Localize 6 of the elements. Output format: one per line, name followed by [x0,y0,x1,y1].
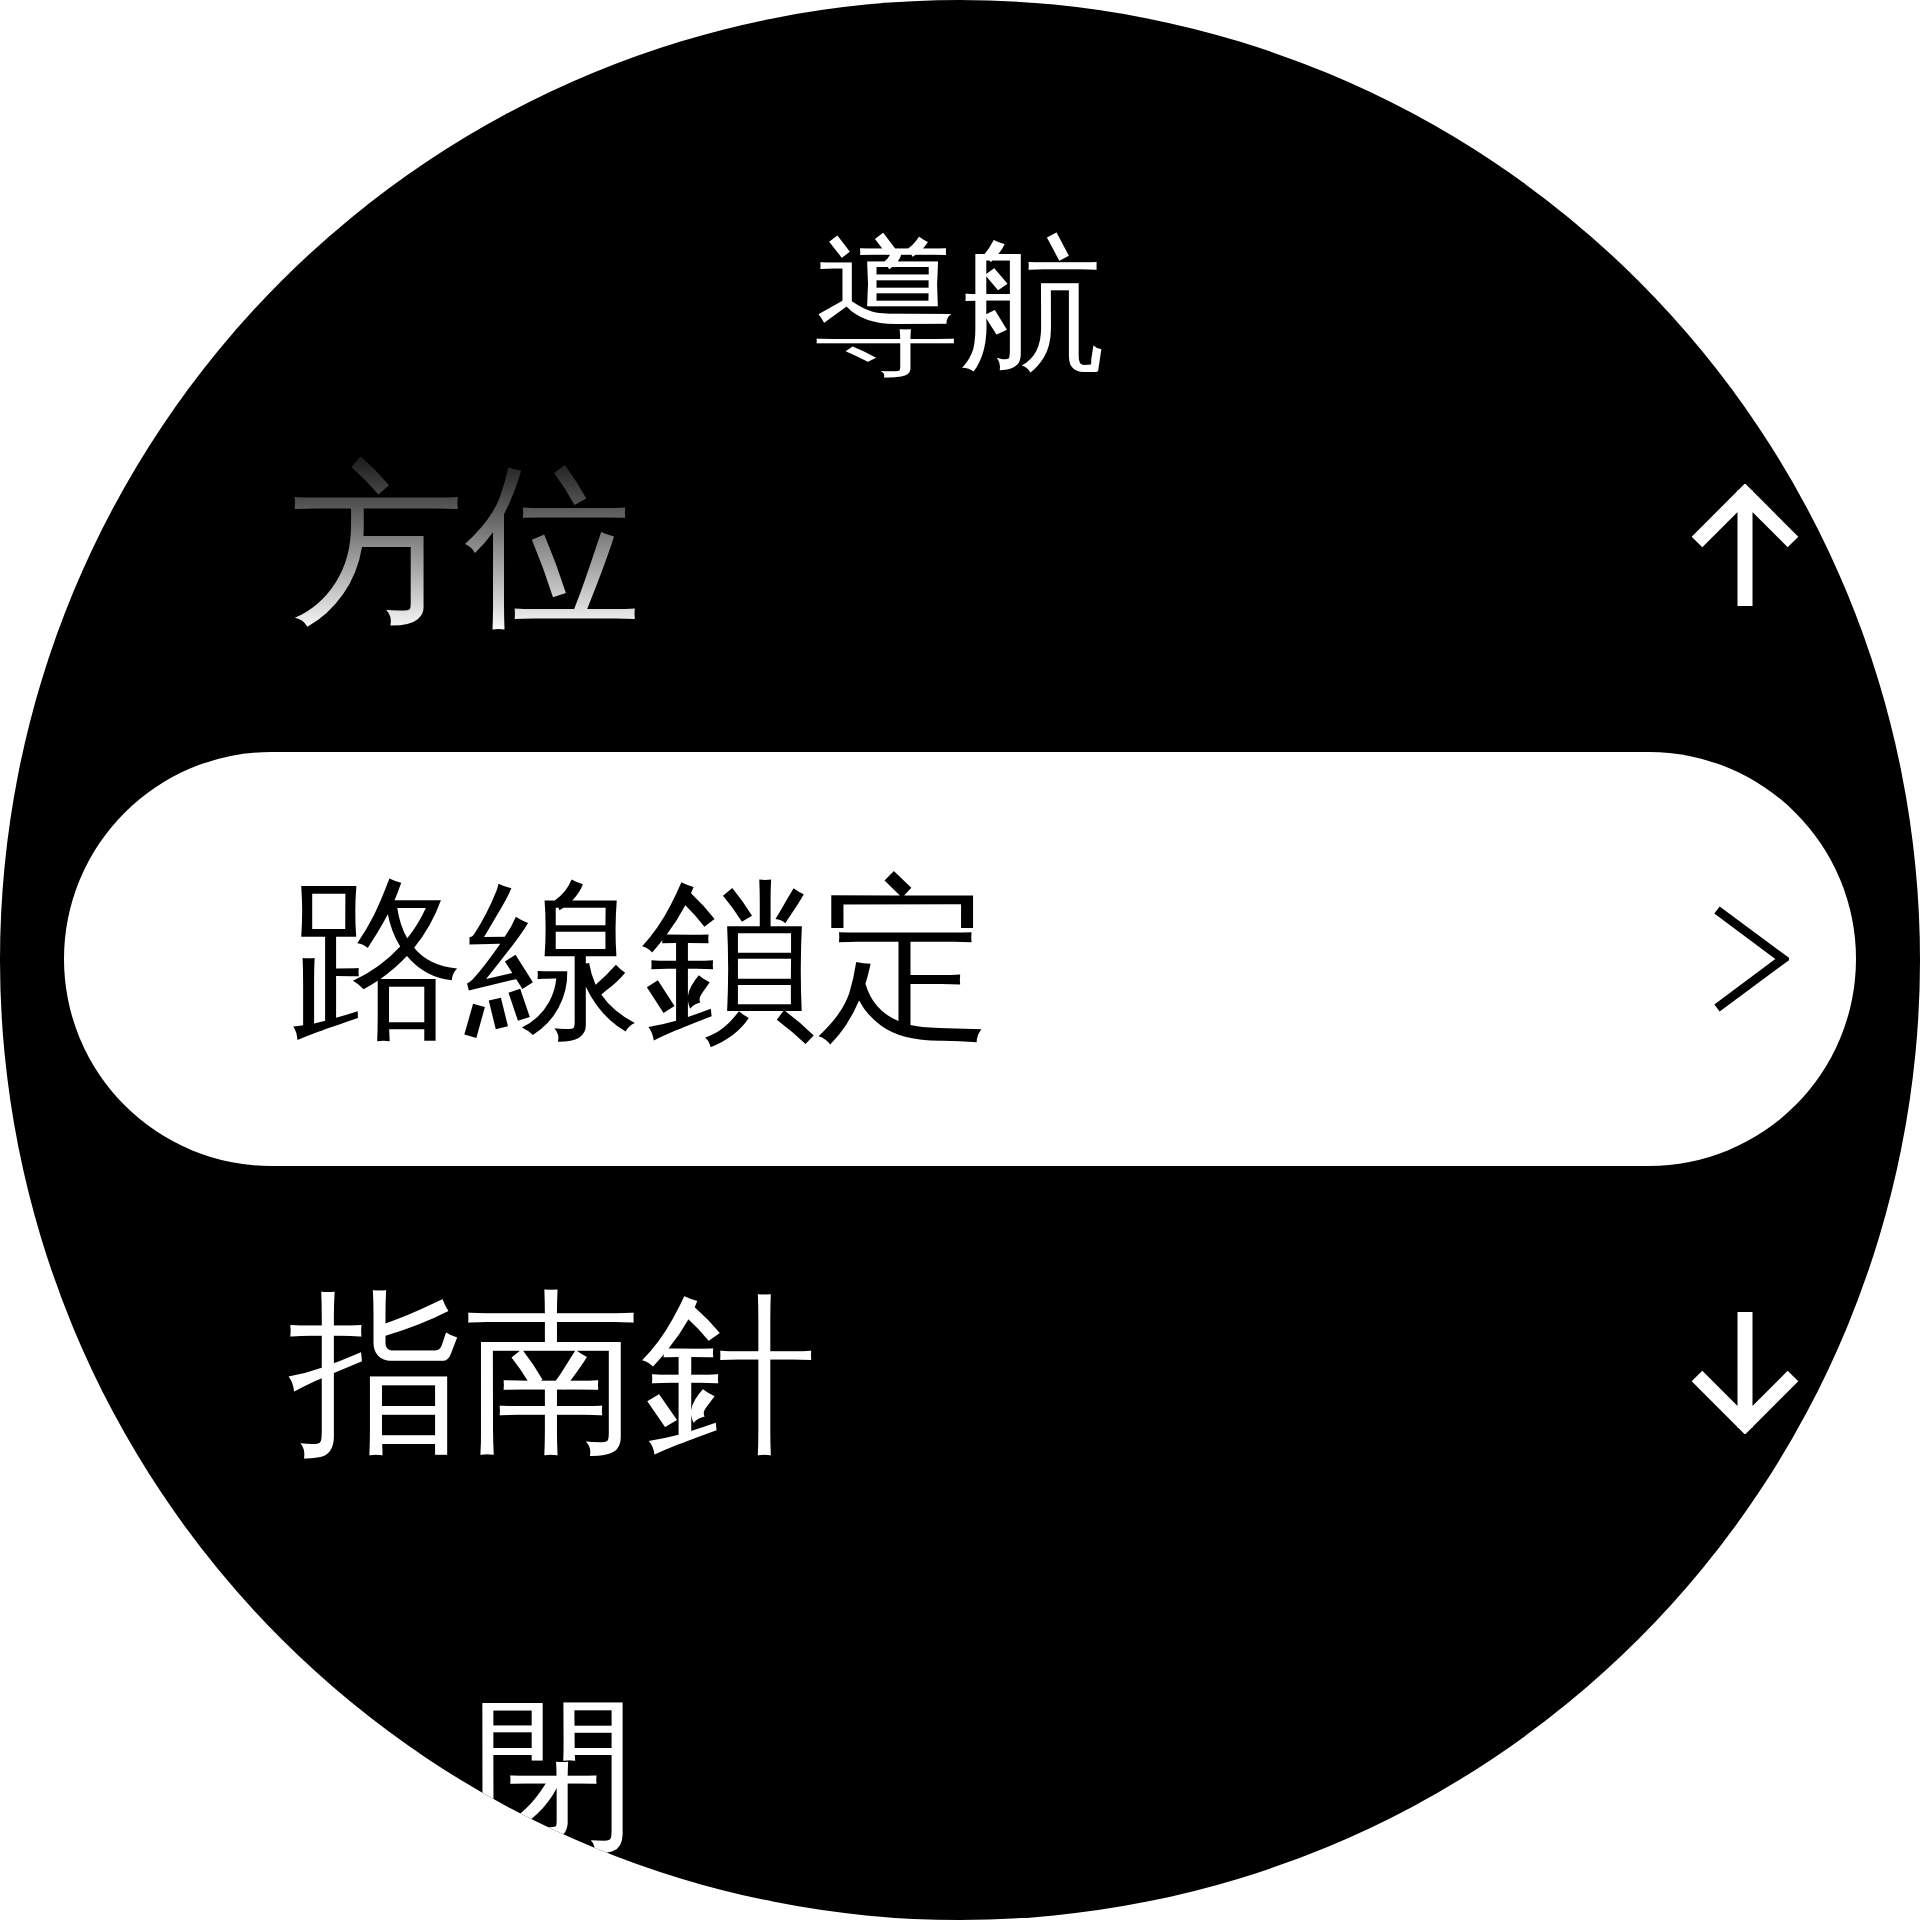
menu-item[interactable]: 指南針 [289,1285,817,1461]
chevron-right-icon [1713,906,1789,1012]
down-arrow-icon [1691,1312,1799,1434]
up-arrow-icon [1691,484,1799,606]
menu-title: 導航 [814,233,1106,379]
menu-item[interactable]: 路線鎖定 [64,752,1856,1166]
